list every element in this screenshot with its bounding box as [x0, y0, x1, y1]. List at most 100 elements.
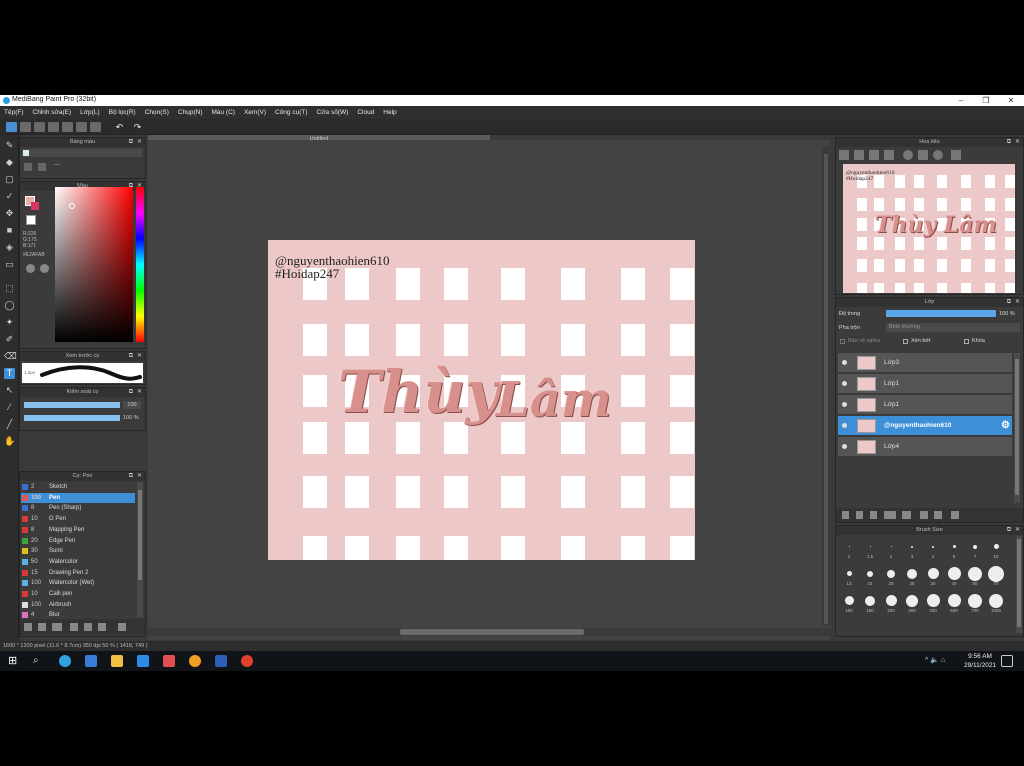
brush-folder-icon[interactable]: [84, 623, 92, 631]
lasso-tool-icon[interactable]: ◯: [4, 300, 15, 311]
menu-layer[interactable]: Lớp(L): [80, 109, 99, 116]
eyedropper2-icon[interactable]: ╱: [4, 419, 15, 430]
brush-list-item[interactable]: 10 G Pen: [21, 514, 135, 525]
menu-filter[interactable]: Bộ lọc(R): [109, 109, 136, 116]
visibility-eye-icon[interactable]: [842, 360, 847, 365]
brush-size-option[interactable]: 500: [945, 593, 963, 613]
rect-select-icon[interactable]: ⬚: [4, 283, 15, 294]
brush-list-item[interactable]: 15 Drawing Pen 2: [21, 568, 135, 579]
panel-float-icon[interactable]: ⧉: [129, 138, 133, 147]
saturation-value-picker[interactable]: [55, 187, 133, 342]
brush-list-item[interactable]: 20 Edge Pen: [21, 536, 135, 547]
layer-opacity-slider[interactable]: [886, 310, 996, 317]
bucket-tool-icon[interactable]: ◈: [4, 242, 15, 253]
zoom-fit-icon[interactable]: [839, 150, 849, 160]
new-layer-icon[interactable]: [842, 511, 849, 519]
fill-rect-icon[interactable]: ■: [4, 225, 15, 236]
brush-size-option[interactable]: 2: [882, 539, 900, 559]
panel-close-icon[interactable]: ✕: [1015, 298, 1020, 307]
windows-start-icon[interactable]: ⊞: [8, 655, 20, 667]
brush-size-option[interactable]: 13: [840, 566, 858, 586]
new-halftone-layer-icon[interactable]: [856, 511, 863, 519]
eraser-tool-icon[interactable]: ◆: [4, 157, 15, 168]
new-brush-icon[interactable]: [38, 623, 46, 631]
menu-view[interactable]: Xem(V): [244, 109, 266, 116]
gradient-tool-icon[interactable]: ▭: [4, 259, 15, 270]
brush-size-option[interactable]: 300: [903, 593, 921, 613]
zoom-taskbar-icon[interactable]: [137, 655, 149, 667]
add-swatch-icon[interactable]: [24, 163, 32, 171]
chrome-alt-icon[interactable]: [241, 655, 253, 667]
maximize-button[interactable]: ❐: [975, 95, 997, 106]
document-canvas[interactable]: @nguyenthaohien610 #Hoidap247 Thùy Lâm: [268, 240, 695, 560]
panel-close-icon[interactable]: ✕: [137, 472, 142, 481]
menu-window[interactable]: Cửa số(W): [317, 109, 349, 116]
layer-row[interactable]: Lớp3: [838, 353, 1012, 373]
panel-float-icon[interactable]: ⧉: [1007, 526, 1011, 535]
canvas-vertical-scrollbar[interactable]: [822, 146, 830, 626]
medibang-taskbar-icon[interactable]: [59, 655, 71, 667]
delete-layer-icon[interactable]: [951, 511, 959, 519]
panel-close-icon[interactable]: ✕: [137, 352, 142, 361]
brush-list-item[interactable]: 100 Airbrush: [21, 600, 135, 611]
search-icon[interactable]: ⌕: [33, 655, 45, 667]
page-icon[interactable]: [76, 122, 87, 132]
file-explorer-icon[interactable]: [111, 655, 123, 667]
menu-select[interactable]: Chọn(S): [145, 109, 169, 116]
brush-size-slider[interactable]: [24, 402, 120, 408]
app-taskbar-icon[interactable]: [163, 655, 175, 667]
brush-size-option[interactable]: 40: [945, 566, 963, 586]
select-eraser-icon[interactable]: ⌫: [4, 351, 17, 362]
duplicate-layer-icon[interactable]: [920, 511, 928, 519]
brush-size-option[interactable]: 400: [924, 593, 942, 613]
menu-cloud[interactable]: Cloud: [357, 109, 374, 116]
secondary-color-swatch[interactable]: [31, 202, 39, 210]
grid-icon[interactable]: [90, 122, 101, 132]
flip-icon[interactable]: [918, 150, 928, 160]
brush-list-item[interactable]: 100 Pen: [21, 492, 135, 504]
swatch-color[interactable]: [23, 150, 29, 156]
reset-rotation-icon[interactable]: [933, 150, 943, 160]
cloud-save-icon[interactable]: [48, 122, 59, 132]
operation-tool-icon[interactable]: ↖: [4, 385, 15, 396]
chrome-icon[interactable]: [189, 655, 201, 667]
brush-size-option[interactable]: 15: [861, 566, 879, 586]
panel-float-icon[interactable]: ⧉: [129, 472, 133, 481]
word-icon[interactable]: [215, 655, 227, 667]
color-wheel-icon[interactable]: [26, 264, 35, 273]
lock-checkbox[interactable]: [964, 339, 969, 344]
menu-edit[interactable]: Chỉnh sửa(E): [33, 109, 72, 116]
menu-help[interactable]: Help: [383, 109, 396, 116]
panel-close-icon[interactable]: ✕: [137, 138, 142, 147]
layer-row[interactable]: @nguyenthaohien610 ⚙: [838, 416, 1012, 436]
brush-tool-icon[interactable]: ✎: [4, 140, 15, 151]
undo-icon[interactable]: ↶: [114, 122, 125, 132]
visibility-eye-icon[interactable]: [842, 444, 847, 449]
panel-float-icon[interactable]: ⧉: [129, 388, 133, 397]
brush-list-item[interactable]: 10 Calli pen: [21, 589, 135, 600]
panel-close-icon[interactable]: ✕: [137, 388, 142, 397]
brush-size-option[interactable]: 1000: [987, 593, 1005, 613]
lock-view-icon[interactable]: [951, 150, 961, 160]
panel-float-icon[interactable]: ⧉: [1007, 298, 1011, 307]
panel-close-icon[interactable]: ✕: [1015, 138, 1020, 147]
swatch-strip[interactable]: [22, 149, 142, 157]
panel-float-icon[interactable]: ⧉: [129, 352, 133, 361]
brush-size-scrollbar[interactable]: [1016, 536, 1022, 633]
color-history-icon[interactable]: [40, 264, 49, 273]
brush-list-item[interactable]: 30 Sumi: [21, 546, 135, 557]
clipping-checkbox[interactable]: [903, 339, 908, 344]
delete-swatch-icon[interactable]: [38, 163, 46, 171]
layer-scrollbar[interactable]: [1014, 353, 1020, 503]
brush-size-option[interactable]: 70: [987, 565, 1005, 586]
brush-size-value[interactable]: 100: [123, 401, 141, 409]
layer-folder-icon[interactable]: [902, 511, 911, 519]
brush-list-item[interactable]: 8 Mapping Pen: [21, 525, 135, 536]
add-brush-icon[interactable]: [24, 623, 32, 631]
add-layer-menu-icon[interactable]: [884, 511, 896, 519]
visibility-eye-icon[interactable]: [842, 381, 847, 386]
brush-size-option[interactable]: 10: [987, 539, 1005, 559]
select-pen-tool-icon[interactable]: ✐: [4, 334, 15, 345]
layer-row[interactable]: Lớp4: [838, 437, 1012, 457]
menu-file[interactable]: Tệp(F): [4, 109, 24, 116]
